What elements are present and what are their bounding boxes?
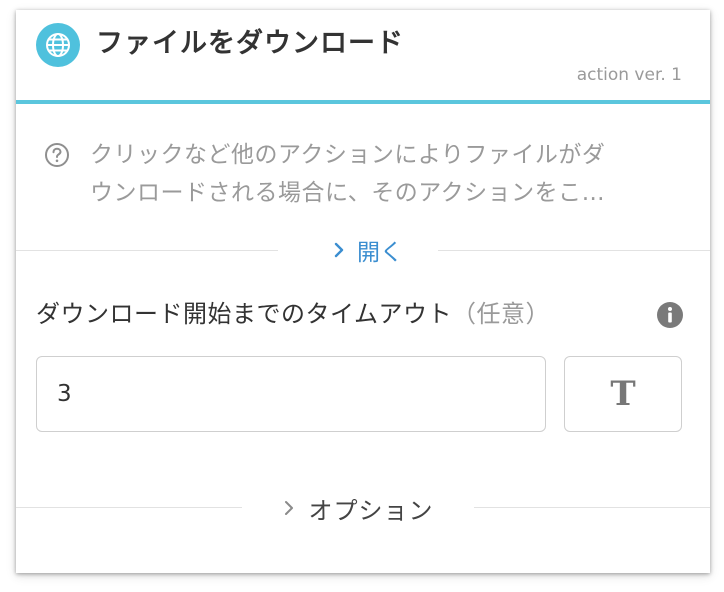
action-description: クリックなど他のアクションによりファイルがダ ウンロードされる場合に、そのアクシ… — [90, 136, 690, 212]
chevron-right-icon — [333, 242, 345, 258]
options-divider-left — [16, 507, 242, 508]
action-title: ファイルをダウンロード — [96, 28, 404, 59]
globe-icon — [36, 23, 80, 67]
description-line-1: クリックなど他のアクションによりファイルがダ — [90, 142, 606, 168]
description-divider-left — [16, 250, 278, 251]
description-divider-right — [438, 250, 710, 251]
text-type-toggle-button[interactable]: T — [564, 356, 682, 432]
action-panel: ファイルをダウンロード action ver. 1 クリックなど他のアクションに… — [16, 10, 710, 573]
action-version: action ver. 1 — [576, 65, 682, 85]
question-circle-icon — [44, 142, 70, 168]
description-line-2: ウンロードされる場合に、そのアクションをこ… — [90, 180, 606, 206]
expand-description-label: 開く — [357, 240, 403, 266]
options-toggle-label: オプション — [308, 496, 434, 525]
chevron-right-icon — [283, 500, 295, 516]
timeout-label-text: ダウンロード開始までのタイムアウト — [36, 300, 453, 328]
panel-header: ファイルをダウンロード action ver. 1 — [16, 10, 710, 104]
expand-description-button[interactable]: 開く — [298, 232, 438, 268]
timeout-input[interactable] — [36, 356, 546, 432]
options-divider-right — [474, 507, 710, 508]
options-toggle-button[interactable]: オプション — [242, 488, 474, 528]
optional-marker: （任意） — [452, 300, 551, 328]
info-icon[interactable] — [656, 301, 684, 329]
timeout-field-label: ダウンロード開始までのタイムアウト（任意） — [36, 296, 550, 332]
